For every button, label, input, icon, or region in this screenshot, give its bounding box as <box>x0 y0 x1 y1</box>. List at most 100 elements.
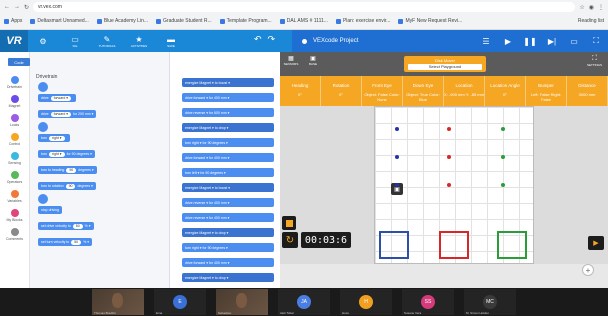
stop-button[interactable] <box>282 216 296 230</box>
palette-block[interactable]: turn right ▾ for 90 degrees ▾ <box>38 150 95 158</box>
code-workspace[interactable]: energize Magnet ▾ to boost ▾ drive forwar… <box>170 52 280 288</box>
category-dot-icon <box>10 76 19 84</box>
bookmark-icon <box>4 18 9 24</box>
bookmark[interactable]: Deltasmart Unnamed... <box>30 18 89 24</box>
playground-icons: ▦ SENSORS ▣ BASE <box>284 55 320 69</box>
fullscreen-icon[interactable]: ⛶ <box>588 33 604 49</box>
bookmark[interactable]: DAL AMS # 1111... <box>279 18 328 24</box>
palette-block[interactable]: drive forward ▾ for 200 mm ▾ <box>38 110 97 118</box>
workspace-block[interactable]: energize Magnet ▾ to drop ▾ <box>182 228 274 237</box>
toolbar-button[interactable]: ⚙ <box>32 31 54 51</box>
reading-list[interactable]: Reading list <box>578 18 604 24</box>
star-icon[interactable]: ☆ <box>579 4 584 11</box>
participant-tile[interactable]: H Hoss <box>340 289 392 315</box>
palette-block[interactable]: turn to rotation 90 degrees ▾ <box>38 182 96 190</box>
category-item[interactable]: Operators <box>0 171 29 184</box>
palette-block[interactable]: set turn velocity to 50% ▾ <box>38 238 92 246</box>
palette-block[interactable]: turn right ▾ <box>38 134 70 142</box>
toolbar-button[interactable]: ▬ SAVE <box>160 31 182 51</box>
participant-tile[interactable]: JA Aleli Tobar <box>278 289 330 315</box>
palette-block[interactable]: set drive velocity to 50% ▾ <box>38 222 94 230</box>
category-item[interactable]: Magnet <box>0 95 29 108</box>
play-icon[interactable]: ▶ <box>500 33 516 49</box>
workspace-block[interactable]: energize Magnet ▾ to drop ▾ <box>182 123 274 132</box>
bookmark[interactable]: Template Program... <box>219 18 272 24</box>
window-icon[interactable]: ▭ <box>566 33 582 49</box>
workspace-block[interactable]: drive reverse ▾ for 400 mm ▾ <box>182 198 274 207</box>
toolbar-button[interactable]: ▭ File <box>64 31 86 51</box>
workspace-block[interactable]: turn left ▾ for 90 degrees ▾ <box>182 168 274 177</box>
redo-icon[interactable]: ↷ <box>268 34 276 45</box>
bookmark[interactable]: MyF New Request Revi... <box>398 18 462 24</box>
pause-icon[interactable]: ❚❚ <box>522 33 538 49</box>
bookmark[interactable]: Graduate Student R... <box>156 18 212 24</box>
menu-icon[interactable]: ⋮ <box>598 4 604 11</box>
workspace-block[interactable]: turn right ▾ for 90 degrees ▾ <box>182 138 274 147</box>
category-item[interactable]: Sensing <box>0 152 29 165</box>
category-item[interactable]: Looks <box>0 114 29 127</box>
project-title[interactable]: VEXcode Project <box>313 38 358 44</box>
block-option[interactable]: right ▾ <box>49 135 65 141</box>
bookmark[interactable]: Plan: exercise envir... <box>335 18 390 24</box>
palette-block[interactable]: turn to heading 90 degrees ▾ <box>38 166 97 174</box>
sensor-value: 3000 mm <box>578 92 596 97</box>
bookmark[interactable]: Apps <box>4 18 22 24</box>
workspace-block[interactable]: drive forward ▾ for 400 mm ▾ <box>182 258 274 267</box>
code-tab[interactable]: Code <box>8 58 30 66</box>
palette-block[interactable]: drive forward ▾ <box>38 94 76 102</box>
bookmark-label: Template Program... <box>226 18 272 24</box>
participant-video[interactable]: Thomas Bradbin <box>92 289 144 315</box>
workspace-block[interactable]: drive forward ▾ for 400 mm ▾ <box>182 93 274 102</box>
participant-tile[interactable]: MC M. Simon Holden <box>464 289 516 315</box>
category-label: Variables <box>7 199 22 203</box>
palette-block[interactable]: stop driving <box>38 206 62 214</box>
undo-icon[interactable]: ↶ <box>254 34 262 45</box>
participant-video[interactable]: Sebastien <box>216 289 268 315</box>
extension-icon[interactable]: ◉ <box>589 4 594 11</box>
step-icon[interactable]: ▶| <box>544 33 560 49</box>
category-label: Looks <box>9 123 20 127</box>
menu-icon[interactable]: ☰ <box>478 33 494 49</box>
reset-button[interactable]: ↻ <box>282 232 298 248</box>
block-option[interactable]: forward ▾ <box>50 111 71 117</box>
workspace-block[interactable]: turn right ▾ for 90 degrees ▾ <box>182 243 274 252</box>
block-option[interactable]: 90 <box>65 183 76 189</box>
reload-icon[interactable]: ↻ <box>24 4 29 11</box>
address-bar[interactable]: vr.vex.com <box>33 2 576 12</box>
workspace-block[interactable]: energize Magnet ▾ to boost ▾ <box>182 183 274 192</box>
category-item[interactable]: My Blocks <box>0 209 29 222</box>
disk <box>447 183 451 187</box>
toolbar-button[interactable]: ★ ACTIVITIES <box>128 31 150 51</box>
bookmark[interactable]: Blue Academy Lin... <box>96 18 148 24</box>
category-item[interactable]: Control <box>0 133 29 146</box>
sensor-value: Left: False Right: False <box>530 92 562 102</box>
forward-icon[interactable]: → <box>14 4 20 10</box>
block-option[interactable]: 50 <box>72 223 83 229</box>
playground-tool-button[interactable]: ▦ SENSORS <box>284 55 299 69</box>
playground-select[interactable]: Disk Mover Select Playground <box>404 56 486 72</box>
category-item[interactable]: Variables <box>0 190 29 203</box>
back-icon[interactable]: ← <box>4 4 10 10</box>
toolbar-button[interactable]: ✎ TUTORIALS <box>96 31 118 51</box>
playground-tool-button[interactable]: ▣ BASE <box>306 55 320 69</box>
block-option[interactable]: 50 <box>71 239 82 245</box>
category-item[interactable]: Drivetrain <box>0 76 29 89</box>
block-option[interactable]: 90 <box>66 167 77 173</box>
workspace-block[interactable]: energize Magnet ▾ to drop ▾ <box>182 273 274 282</box>
category-label: Comments <box>6 237 23 241</box>
workspace-block[interactable]: drive reverse ▾ for 600 mm ▾ <box>182 108 274 117</box>
bookmark-label: DAL AMS # 1111... <box>286 18 328 24</box>
block-text: stop driving <box>41 208 59 212</box>
participant-tile[interactable]: SS Susane Vera <box>402 289 454 315</box>
category-item[interactable]: Comments <box>0 228 29 241</box>
camera-button[interactable]: ▶ <box>588 236 604 250</box>
block-option[interactable]: right ▾ <box>49 151 65 157</box>
participant-tile[interactable]: E Ema <box>154 289 206 315</box>
zoom-button[interactable]: + <box>582 264 594 276</box>
workspace-block[interactable]: drive forward ▾ for 400 mm ▾ <box>182 153 274 162</box>
workspace-block[interactable]: drive reverse ▾ for 400 mm ▾ <box>182 213 274 222</box>
block-option[interactable]: forward ▾ <box>50 95 71 101</box>
sensor-value: X: -900 mm Y: -85 mm <box>444 92 484 97</box>
settings-button[interactable]: ⛶ SETTINGS <box>587 55 602 67</box>
workspace-block[interactable]: energize Magnet ▾ to boost ▾ <box>182 78 274 87</box>
